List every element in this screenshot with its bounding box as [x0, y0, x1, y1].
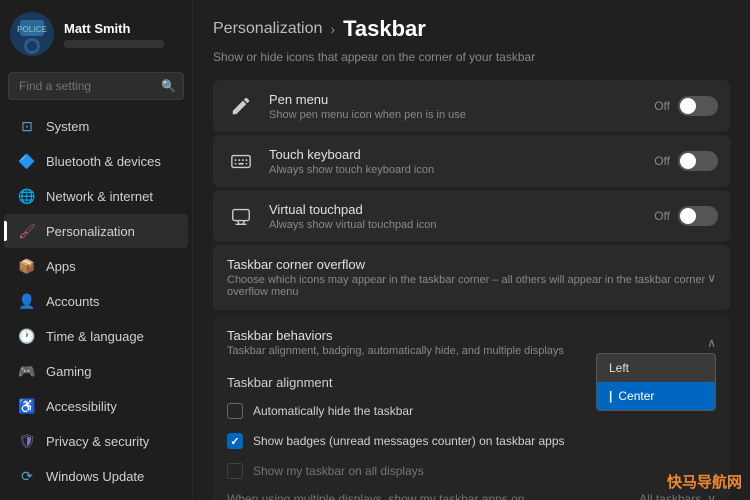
- touch-keyboard-icon: [225, 145, 257, 177]
- behaviors-inner: Taskbar alignment Left Center Automatica…: [213, 365, 730, 500]
- touch-keyboard-label: Touch keyboard: [269, 147, 654, 162]
- virtual-touchpad-icon: [225, 200, 257, 232]
- overflow-header[interactable]: Taskbar corner overflow Choose which ico…: [213, 245, 730, 310]
- nav-label-system: System: [46, 119, 89, 134]
- nav-label-accounts: Accounts: [46, 294, 99, 309]
- virtual-touchpad-toggle[interactable]: [678, 206, 718, 226]
- pen-menu-text: Pen menu Show pen menu icon when pen is …: [269, 92, 654, 121]
- user-name: Matt Smith: [64, 21, 182, 36]
- sidebar-item-network[interactable]: 🌐 Network & internet: [4, 179, 188, 213]
- nav-icon-gaming: 🎮: [18, 362, 36, 380]
- nav-icon-windowsupdate: ⟳: [18, 467, 36, 485]
- sidebar-item-gaming[interactable]: 🎮 Gaming: [4, 354, 188, 388]
- nav-list: ⊡ System 🔷 Bluetooth & devices 🌐 Network…: [0, 108, 192, 500]
- pen-menu-toggle[interactable]: [678, 96, 718, 116]
- icons-desc: Show or hide icons that appear on the co…: [213, 50, 730, 70]
- nav-label-network: Network & internet: [46, 189, 153, 204]
- sidebar-item-accounts[interactable]: 👤 Accounts: [4, 284, 188, 318]
- multimonitor-label: When using multiple displays, show my ta…: [227, 492, 524, 500]
- nav-label-apps: Apps: [46, 259, 76, 274]
- nav-icon-accessibility: ♿: [18, 397, 36, 415]
- checkbox-badges[interactable]: [227, 433, 243, 449]
- nav-icon-apps: 📦: [18, 257, 36, 275]
- alignment-label: Taskbar alignment: [227, 375, 333, 390]
- breadcrumb[interactable]: Personalization: [213, 20, 322, 38]
- pen-menu-label: Pen menu: [269, 92, 654, 107]
- nav-icon-bluetooth: 🔷: [18, 152, 36, 170]
- user-email: [64, 40, 164, 48]
- overflow-chevron: ∨: [707, 271, 716, 285]
- checkbox-all-displays: [227, 463, 243, 479]
- user-info: Matt Smith: [64, 21, 182, 48]
- behaviors-chevron: ∧: [707, 336, 716, 350]
- setting-row-touch-keyboard: Touch keyboard Always show touch keyboar…: [213, 135, 730, 187]
- overflow-title: Taskbar corner overflow: [227, 257, 707, 272]
- sidebar-item-privacy[interactable]: 🛡 Privacy & security: [4, 424, 188, 458]
- breadcrumb-arrow: ›: [330, 21, 335, 37]
- touch-keyboard-sublabel: Always show touch keyboard icon: [269, 164, 654, 176]
- touch-keyboard-text: Touch keyboard Always show touch keyboar…: [269, 147, 654, 176]
- search-input[interactable]: [8, 72, 184, 100]
- nav-icon-accounts: 👤: [18, 292, 36, 310]
- sidebar-item-accessibility[interactable]: ♿ Accessibility: [4, 389, 188, 423]
- setting-row-pen-menu: Pen menu Show pen menu icon when pen is …: [213, 80, 730, 132]
- sidebar: POLICE Matt Smith 🔍 ⊡ System 🔷 Bluetooth…: [0, 0, 193, 500]
- touch-keyboard-toggle[interactable]: [678, 151, 718, 171]
- checkbox-label-all-displays: Show my taskbar on all displays: [253, 464, 424, 478]
- overflow-section: Taskbar corner overflow Choose which ico…: [213, 245, 730, 310]
- nav-label-bluetooth: Bluetooth & devices: [46, 154, 161, 169]
- touch-keyboard-toggle-label: Off: [654, 154, 670, 168]
- search-box: 🔍: [8, 72, 184, 100]
- sidebar-item-personalization[interactable]: 🖌 Personalization: [4, 214, 188, 248]
- nav-label-windowsupdate: Windows Update: [46, 469, 144, 484]
- content-area: Show or hide icons that appear on the co…: [193, 50, 750, 500]
- option-center[interactable]: Center: [597, 382, 715, 410]
- nav-icon-personalization: 🖌: [18, 222, 36, 240]
- checkbox-autohide[interactable]: [227, 403, 243, 419]
- sidebar-item-bluetooth[interactable]: 🔷 Bluetooth & devices: [4, 144, 188, 178]
- sidebar-item-system[interactable]: ⊡ System: [4, 109, 188, 143]
- pen-menu-icon: [225, 90, 257, 122]
- virtual-touchpad-sublabel: Always show virtual touchpad icon: [269, 219, 654, 231]
- multimonitor-value: All taskbars ∨: [639, 492, 716, 500]
- search-icon: 🔍: [161, 79, 176, 93]
- avatar: POLICE: [10, 12, 54, 56]
- page-title: Taskbar: [343, 16, 426, 42]
- svg-text:POLICE: POLICE: [17, 25, 47, 34]
- multimonitor-chevron: ∨: [707, 492, 716, 500]
- behaviors-desc: Taskbar alignment, badging, automaticall…: [227, 345, 564, 357]
- nav-icon-time: 🕐: [18, 327, 36, 345]
- sidebar-item-windowsupdate[interactable]: ⟳ Windows Update: [4, 459, 188, 493]
- nav-icon-system: ⊡: [18, 117, 36, 135]
- nav-label-accessibility: Accessibility: [46, 399, 117, 414]
- setting-row-virtual-touchpad: Virtual touchpad Always show virtual tou…: [213, 190, 730, 242]
- virtual-touchpad-toggle-label: Off: [654, 209, 670, 223]
- sidebar-item-apps[interactable]: 📦 Apps: [4, 249, 188, 283]
- behaviors-section: Taskbar behaviors Taskbar alignment, bad…: [213, 316, 730, 500]
- nav-label-personalization: Personalization: [46, 224, 135, 239]
- behaviors-title: Taskbar behaviors: [227, 328, 564, 343]
- page-header: Personalization › Taskbar: [193, 0, 750, 50]
- pen-menu-toggle-label: Off: [654, 99, 670, 113]
- nav-icon-network: 🌐: [18, 187, 36, 205]
- virtual-touchpad-label: Virtual touchpad: [269, 202, 654, 217]
- checkbox-row-badges[interactable]: Show badges (unread messages counter) on…: [227, 426, 716, 456]
- nav-label-gaming: Gaming: [46, 364, 92, 379]
- pen-menu-sublabel: Show pen menu icon when pen is in use: [269, 109, 654, 121]
- dropdown-menu: Left Center: [596, 353, 716, 411]
- checkbox-label-autohide: Automatically hide the taskbar: [253, 404, 413, 418]
- main-content: Personalization › Taskbar Show or hide i…: [193, 0, 750, 500]
- checkbox-label-badges: Show badges (unread messages counter) on…: [253, 434, 565, 448]
- sidebar-item-time[interactable]: 🕐 Time & language: [4, 319, 188, 353]
- overflow-desc: Choose which icons may appear in the tas…: [227, 274, 707, 298]
- alignment-row: Taskbar alignment Left Center: [227, 369, 716, 396]
- multimonitor-row: When using multiple displays, show my ta…: [227, 486, 716, 500]
- virtual-touchpad-text: Virtual touchpad Always show virtual tou…: [269, 202, 654, 231]
- nav-icon-privacy: 🛡: [18, 432, 36, 450]
- nav-label-privacy: Privacy & security: [46, 434, 149, 449]
- user-profile[interactable]: POLICE Matt Smith: [0, 0, 192, 68]
- nav-label-time: Time & language: [46, 329, 144, 344]
- checkbox-row-all-displays: Show my taskbar on all displays: [227, 456, 716, 486]
- option-left[interactable]: Left: [597, 354, 715, 382]
